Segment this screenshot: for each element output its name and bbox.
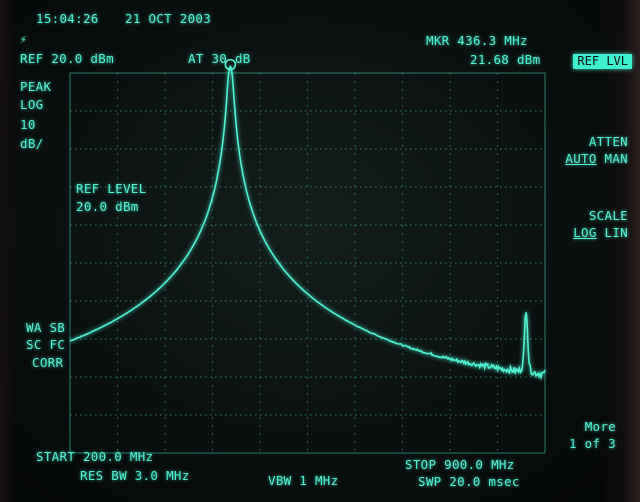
marker-level-readout: 21.68 dBm [470,52,541,67]
attenuation-readout: AT 30 dB [188,51,251,66]
graticule [69,72,546,454]
agilent-spark-icon: ⚡ [20,33,27,46]
correction-line-1: WA SB [26,320,66,335]
start-frequency: START 200.0 MHz [36,449,154,464]
more-softkey[interactable]: More [585,420,616,434]
ref-lvl-softkey[interactable]: REF LVL [573,54,632,69]
scale-unit: dB/ [20,136,44,151]
marker-frequency-readout: MKR 436.3 MHz [426,33,528,48]
scale-value: 10 [20,117,36,132]
scale-softkey-options[interactable]: LOG LIN [573,226,628,240]
softkey-page-indicator: 1 of 3 [569,436,616,451]
resolution-bandwidth: RES BW 3.0 MHz [80,468,190,483]
detector-mode: PEAK [20,79,52,94]
date-label: 21 OCT 2003 [125,11,212,26]
scale-softkey-title[interactable]: SCALE [589,209,628,223]
spectrum-display [69,58,546,454]
correction-line-2: SC FC [26,337,66,352]
active-function-label: REF LEVEL [76,181,147,196]
atten-softkey-title[interactable]: ATTEN [589,135,628,149]
video-bandwidth: VBW 1 MHz [268,473,339,488]
correction-line-3: CORR [32,355,64,370]
sweep-time: SWP 20.0 msec [418,474,520,489]
reference-level-readout: REF 20.0 dBm [20,51,114,66]
active-function-value: 20.0 dBm [76,199,139,214]
atten-softkey-options[interactable]: AUTO MAN [565,152,628,166]
scale-lin-option[interactable]: LIN [605,225,628,240]
stop-frequency: STOP 900.0 MHz [405,457,515,472]
atten-auto-option[interactable]: AUTO [565,151,596,166]
scale-type: LOG [20,97,44,112]
clock-time: 15:04:26 [36,11,99,26]
atten-man-option[interactable]: MAN [605,151,628,166]
scale-log-option[interactable]: LOG [573,225,596,240]
